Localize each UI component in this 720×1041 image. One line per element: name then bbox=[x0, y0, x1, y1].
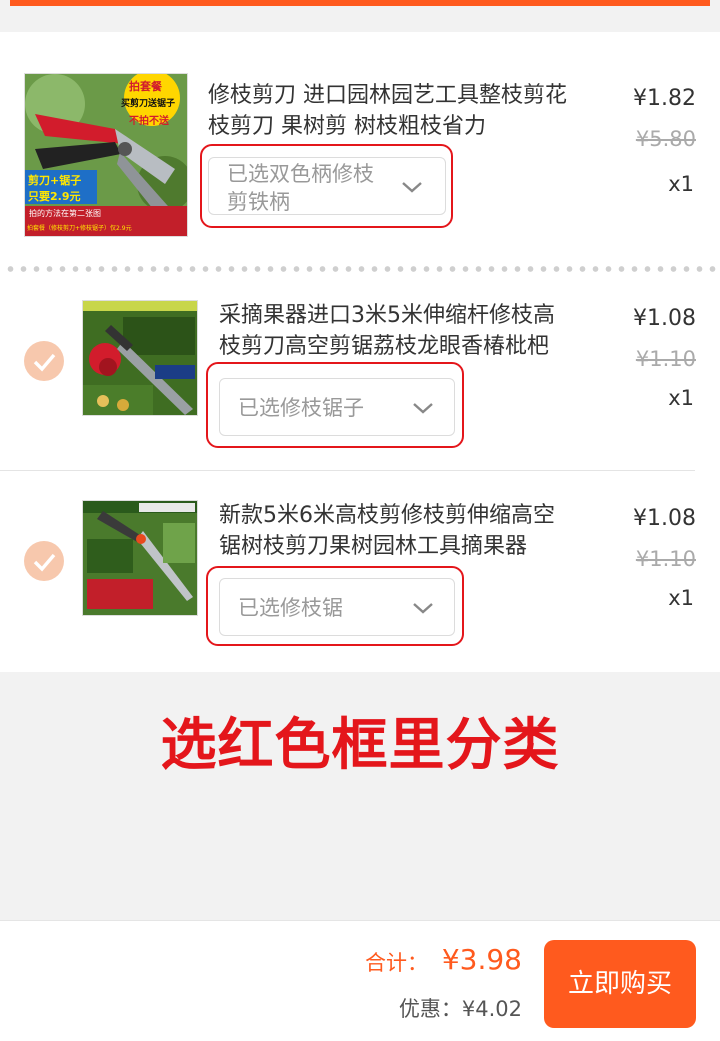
sku-selector[interactable]: 已选修枝锯 bbox=[219, 578, 455, 636]
checkout-bar: 合计： ¥3.98 优惠：¥4.02 立即购买 bbox=[0, 920, 720, 1041]
checkmark-glyph-icon bbox=[33, 553, 56, 572]
selected-check-icon[interactable] bbox=[24, 541, 64, 581]
sku-text-line-1: 已选修枝锯 bbox=[238, 596, 343, 620]
cart-item[interactable]: 新款5米6米高枝剪修枝剪伸缩高空 锯树枝剪刀果树园林工具摘果器 已选修枝锯 ¥1… bbox=[0, 0, 720, 672]
chevron-down-icon bbox=[413, 603, 433, 614]
product-title-line-2: 锯树枝剪刀果树园林工具摘果器 bbox=[219, 534, 528, 559]
cart-screen: 拍套餐 买剪刀送锯子 不拍不送 剪刀+锯子 只要2.9元 拍的方法在第二张图 拍… bbox=[0, 0, 720, 1041]
product-title-line-1: 新款5米6米高枝剪修枝剪伸缩高空 bbox=[219, 503, 555, 528]
annotation-notice: 选红色框里分类 bbox=[160, 713, 560, 778]
total-label: 合计： bbox=[365, 951, 428, 975]
pole-saw-image bbox=[83, 501, 197, 615]
total-value: ¥3.98 bbox=[441, 943, 522, 976]
quantity: x1 bbox=[668, 586, 694, 610]
discount-text: 优惠：¥4.02 bbox=[398, 997, 522, 1021]
price: ¥1.08 bbox=[633, 506, 696, 531]
buy-now-button[interactable]: 立即购买 bbox=[544, 940, 696, 1028]
original-price: ¥1.10 bbox=[635, 547, 696, 571]
product-thumbnail[interactable] bbox=[82, 500, 198, 616]
product-title[interactable]: 新款5米6米高枝剪修枝剪伸缩高空 锯树枝剪刀果树园林工具摘果器 bbox=[219, 500, 599, 562]
